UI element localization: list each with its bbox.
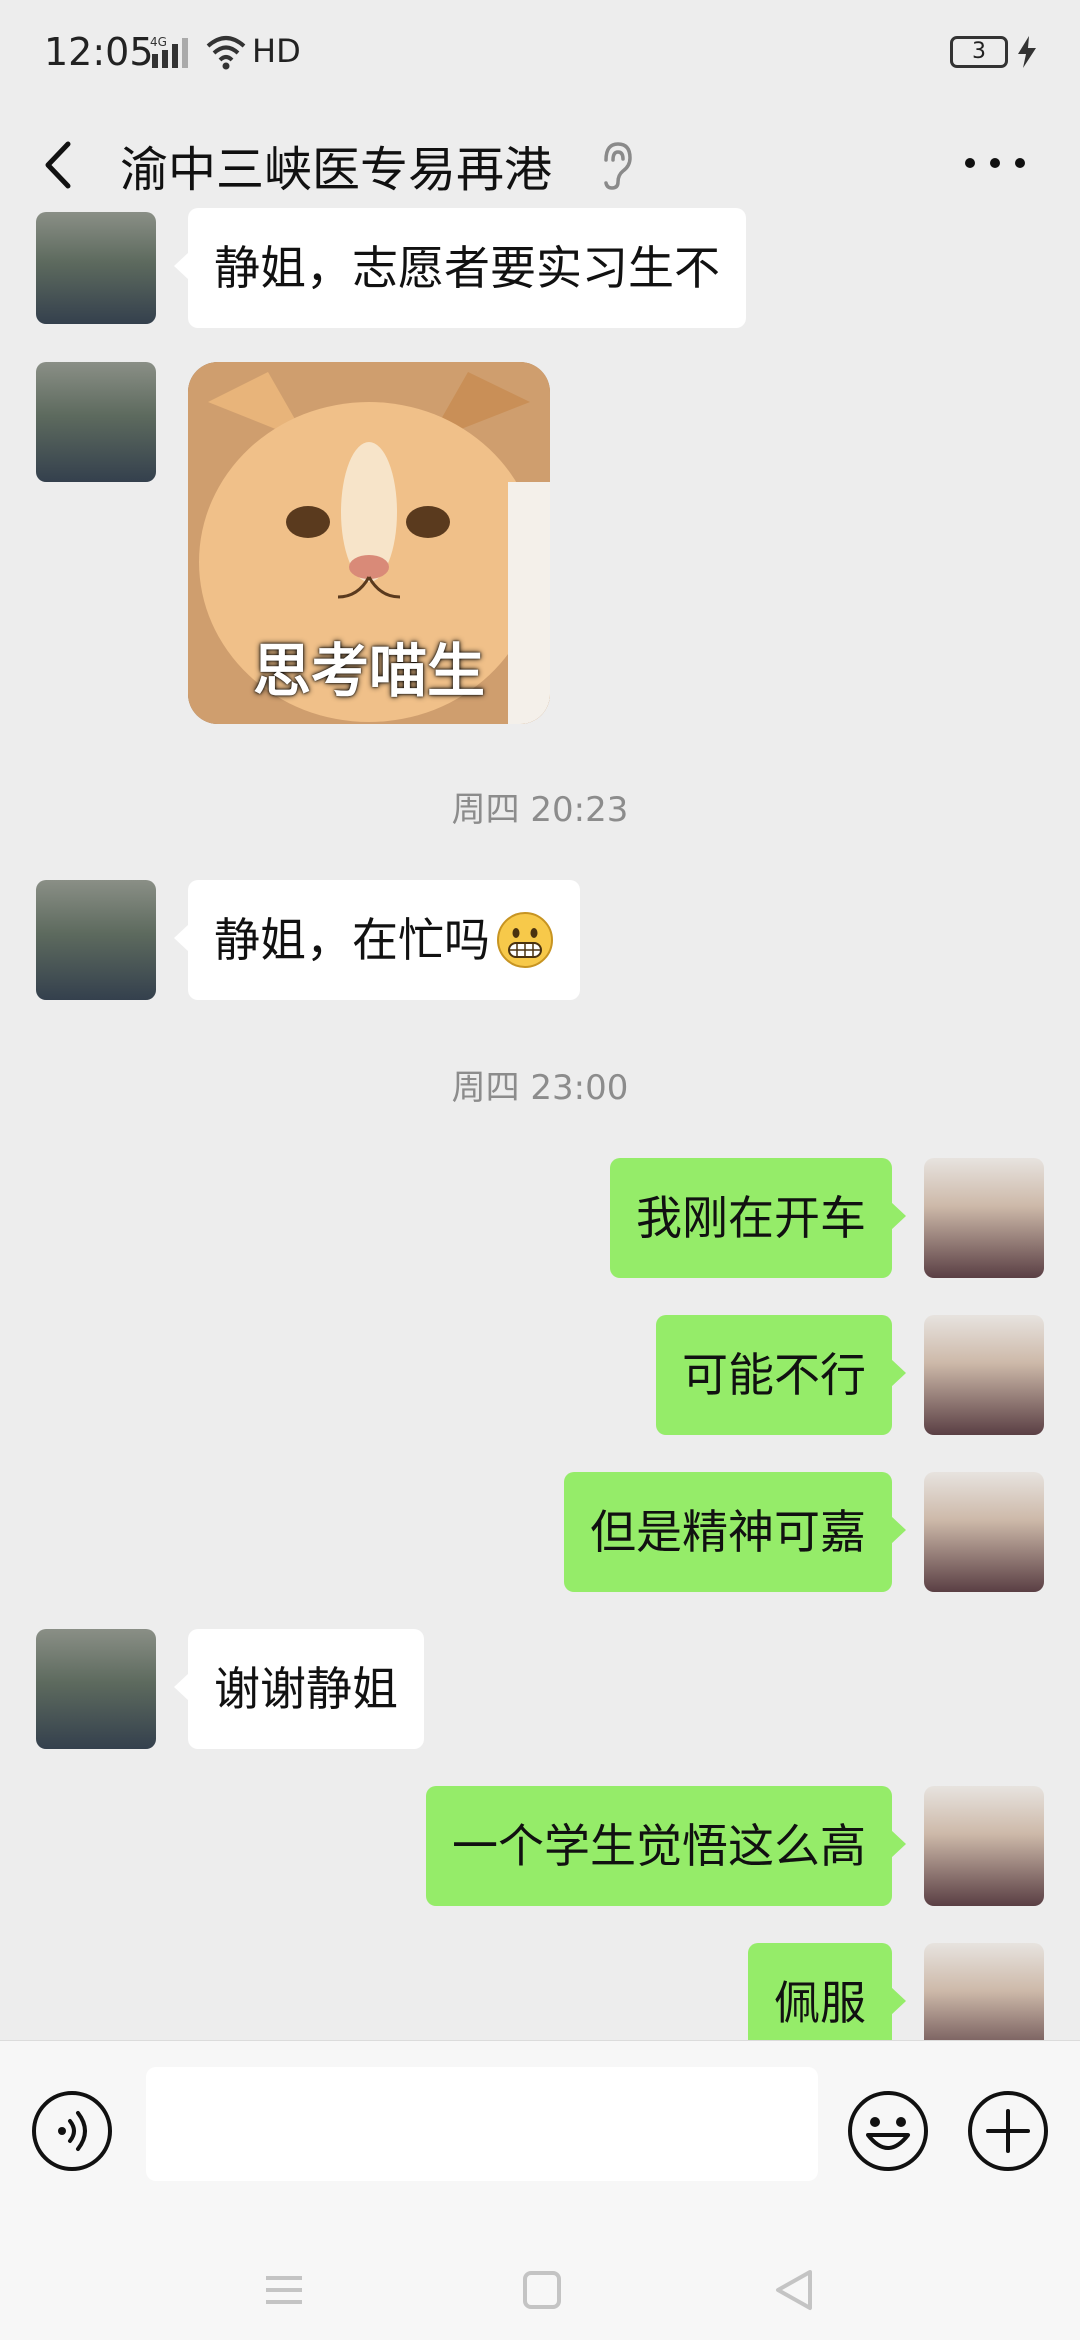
self-avatar[interactable]	[924, 1315, 1044, 1435]
message-bubble-received[interactable]: 谢谢静姐	[174, 1629, 424, 1749]
menu-icon[interactable]	[262, 2270, 306, 2310]
wifi-icon	[206, 36, 246, 70]
sticker-caption: 思考喵生	[252, 637, 485, 705]
self-avatar[interactable]	[924, 1786, 1044, 1906]
status-time: 12:05	[44, 30, 154, 74]
message-bubble-sent[interactable]: 一个学生觉悟这么高	[426, 1786, 906, 1906]
input-bar	[0, 2040, 1080, 2240]
message-bubble-sent[interactable]: 可能不行	[656, 1315, 906, 1435]
message-input[interactable]	[146, 2067, 818, 2181]
message-bubble-sent[interactable]: 我刚在开车	[610, 1158, 906, 1278]
message-bubble-sent[interactable]: 佩服	[748, 1943, 906, 2040]
message-bubble-received[interactable]: 静姐，志愿者要实习生不	[174, 208, 746, 328]
hd-label: HD	[252, 32, 301, 70]
earpiece-icon	[604, 142, 632, 190]
plus-icon[interactable]	[966, 2089, 1050, 2173]
contact-avatar[interactable]	[36, 1629, 156, 1749]
more-icon[interactable]	[960, 148, 1030, 178]
message-bubble-received[interactable]: 静姐，在忙吗	[174, 880, 580, 1000]
voice-icon[interactable]	[30, 2089, 114, 2173]
partially-visible-row: 佩服	[0, 1940, 1080, 2040]
chat-title: 渝中三峡医专易再港	[120, 142, 553, 198]
contact-avatar[interactable]	[36, 212, 156, 324]
home-icon[interactable]	[520, 2268, 564, 2312]
timestamp: 周四 20:23	[451, 790, 629, 830]
signal-icon: 4G	[150, 35, 188, 68]
back-arrow-icon[interactable]	[30, 130, 90, 200]
network-type: 4G	[150, 35, 167, 49]
timestamp: 周四 23:00	[451, 1068, 629, 1108]
system-nav-bar	[0, 2240, 1080, 2340]
charging-icon	[1018, 36, 1036, 68]
emoji-icon[interactable]	[846, 2089, 930, 2173]
back-triangle-icon[interactable]	[772, 2266, 816, 2314]
cat-sticker[interactable]: 思考喵生	[188, 362, 550, 724]
grinning-face-icon	[497, 911, 553, 968]
contact-avatar[interactable]	[36, 362, 156, 482]
self-avatar[interactable]	[924, 1158, 1044, 1278]
self-avatar[interactable]	[924, 1472, 1044, 1592]
contact-avatar[interactable]	[36, 880, 156, 1000]
battery-icon: 3	[950, 36, 1008, 68]
status-bar: 12:05 4G HD 3	[0, 0, 1080, 108]
self-avatar[interactable]	[924, 1943, 1044, 2040]
message-text: 静姐，在忙吗	[214, 913, 490, 967]
message-bubble-sent[interactable]: 但是精神可嘉	[564, 1472, 906, 1592]
